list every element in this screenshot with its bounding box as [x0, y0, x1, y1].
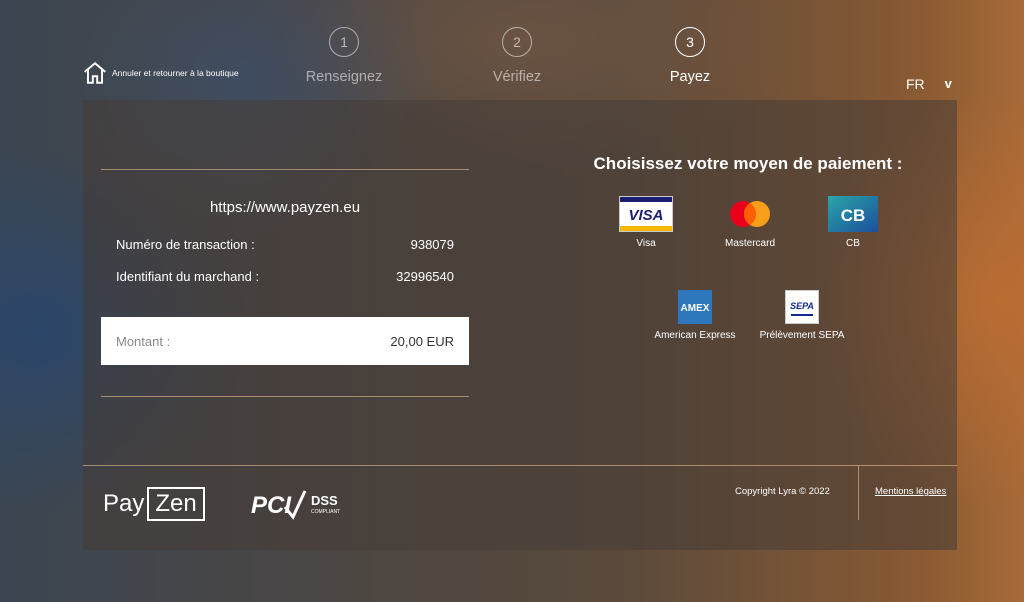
amount-box: Montant : 20,00 EUR — [101, 317, 469, 365]
transaction-label: Numéro de transaction : — [116, 237, 255, 252]
payment-method-amex[interactable]: AMEX American Express — [635, 290, 755, 341]
visa-label: Visa — [636, 238, 656, 249]
cb-icon: CB — [793, 196, 913, 232]
pci-dss-logo: PCI DSS COMPLIANT — [249, 483, 349, 528]
footer-divider — [83, 465, 957, 466]
sepa-label: Prélèvement SEPA — [759, 330, 845, 341]
step-3: 3 Payez — [635, 27, 745, 85]
home-label: Annuler et retourner à la boutique — [112, 68, 239, 78]
payzen-logo: Pay Zen — [103, 487, 205, 521]
amex-label: American Express — [654, 330, 736, 341]
payment-method-mastercard[interactable]: Mastercard — [690, 196, 810, 249]
merchant-row: Identifiant du marchand : 32996540 — [116, 269, 454, 284]
home-icon — [84, 61, 106, 84]
svg-text:DSS: DSS — [311, 493, 338, 508]
svg-text:PCI: PCI — [251, 492, 292, 519]
step-1-label: Renseignez — [305, 69, 383, 85]
mastercard-icon — [690, 196, 810, 232]
step-1-number: 1 — [329, 27, 359, 57]
payment-method-title: Choisissez votre moyen de paiement : — [593, 154, 903, 173]
merchant-label: Identifiant du marchand : — [116, 269, 260, 284]
language-label: FR — [906, 76, 925, 92]
step-3-label: Payez — [669, 69, 711, 85]
step-1: 1 Renseignez — [289, 27, 399, 85]
footer-vertical-divider — [858, 465, 859, 520]
payment-method-visa[interactable]: VISA Visa — [586, 196, 706, 249]
brand-zen: Zen — [147, 487, 205, 521]
merchant-value: 32996540 — [396, 269, 454, 284]
step-2-number: 2 — [502, 27, 532, 57]
chevron-down-icon: v — [944, 76, 952, 91]
step-3-number: 3 — [675, 27, 705, 57]
divider — [101, 396, 469, 397]
copyright: Copyright Lyra © 2022 — [735, 486, 830, 497]
home-link[interactable]: Annuler et retourner à la boutique — [82, 60, 239, 86]
svg-text:AMEX: AMEX — [681, 303, 710, 314]
svg-text:CB: CB — [841, 206, 866, 225]
language-selector[interactable]: FR v — [906, 76, 952, 92]
svg-text:SEPA: SEPA — [790, 301, 814, 311]
step-2: 2 Vérifiez — [462, 27, 572, 85]
amount-label: Montant : — [116, 333, 171, 349]
amount-value: 20,00 EUR — [390, 333, 454, 349]
svg-text:VISA: VISA — [628, 207, 663, 224]
legal-link[interactable]: Mentions légales — [875, 486, 946, 497]
amex-icon: AMEX — [635, 290, 755, 324]
step-2-label: Vérifiez — [492, 69, 542, 85]
mastercard-label: Mastercard — [724, 238, 775, 249]
transaction-value: 938079 — [410, 237, 454, 252]
payment-panel: https://www.payzen.eu Numéro de transact… — [83, 100, 957, 550]
divider — [101, 169, 469, 170]
svg-text:COMPLIANT: COMPLIANT — [311, 509, 340, 515]
shop-url: https://www.payzen.eu — [209, 199, 361, 216]
payment-method-cb[interactable]: CB CB — [793, 196, 913, 249]
brand-pay: Pay — [103, 490, 145, 517]
visa-icon: VISA — [586, 196, 706, 232]
transaction-row: Numéro de transaction : 938079 — [116, 237, 454, 252]
payment-method-sepa[interactable]: SEPA Prélèvement SEPA — [742, 290, 862, 341]
cb-label: CB — [846, 238, 860, 249]
sepa-icon: SEPA — [742, 290, 862, 324]
